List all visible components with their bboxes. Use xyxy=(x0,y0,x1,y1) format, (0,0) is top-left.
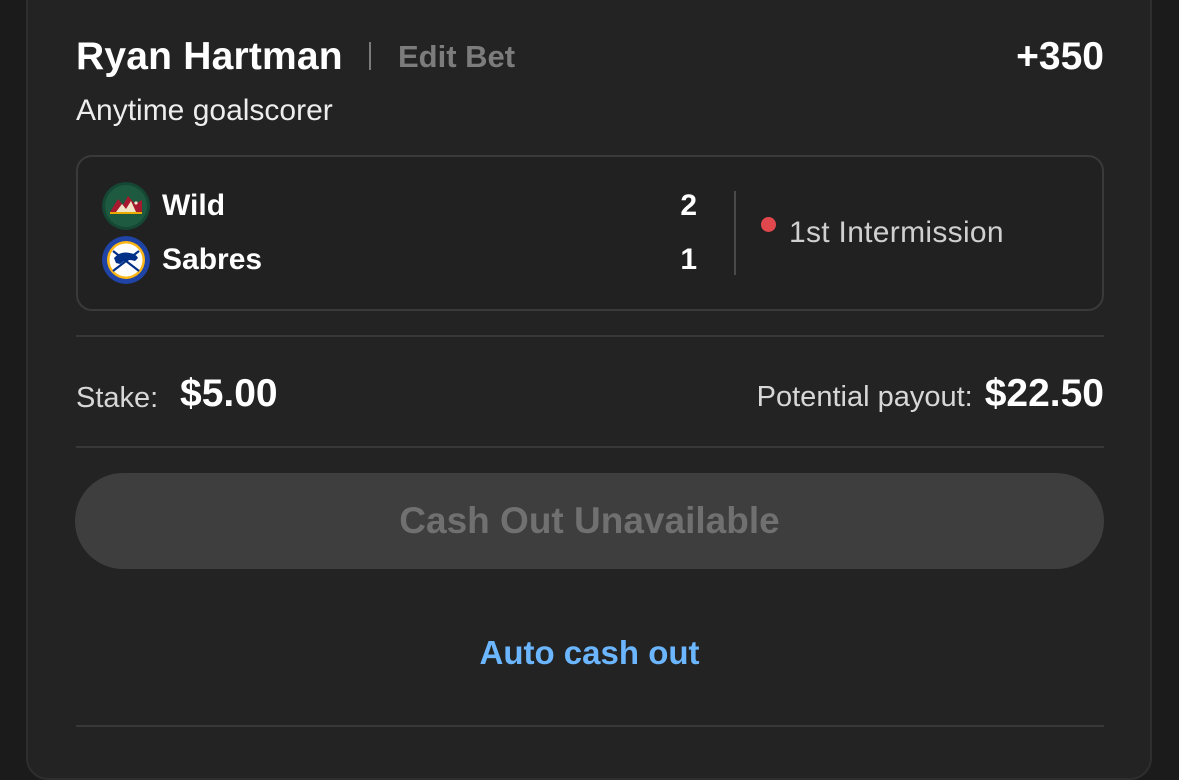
payout-value: $22.50 xyxy=(984,372,1104,415)
bet-header: Ryan Hartman Edit Bet +350 xyxy=(76,34,1104,84)
header-separator xyxy=(369,42,371,70)
edit-bet-link[interactable]: Edit Bet xyxy=(398,38,515,76)
player-name: Ryan Hartman xyxy=(76,35,343,78)
stake-value: $5.00 xyxy=(180,372,278,415)
payout-group: Potential payout: $22.50 xyxy=(757,368,1104,420)
team-name: Wild xyxy=(162,189,226,222)
divider xyxy=(76,725,1104,727)
team-score: 2 xyxy=(680,189,697,222)
payout-label: Potential payout: xyxy=(756,381,973,413)
game-status: 1st Intermission xyxy=(789,216,1004,249)
buffalo-sabres-logo-icon xyxy=(102,236,150,284)
cash-out-button[interactable]: Cash Out Unavailable xyxy=(75,473,1104,569)
auto-cash-out-link[interactable]: Auto cash out xyxy=(0,633,1179,673)
game-scoreboard[interactable]: Wild 2 Sabres 1 1st Intermission xyxy=(76,155,1104,311)
minnesota-wild-logo-icon xyxy=(102,182,150,230)
stake-label: Stake: xyxy=(76,382,159,414)
team-score: 1 xyxy=(680,243,697,276)
bet-odds: +350 xyxy=(1016,35,1104,78)
team-row-wild: Wild 2 xyxy=(102,181,697,231)
scoreboard-divider xyxy=(734,191,736,275)
divider xyxy=(76,335,1104,337)
team-row-sabres: Sabres 1 xyxy=(102,235,697,285)
wager-summary: Stake: $5.00 Potential payout: $22.50 xyxy=(76,368,1104,420)
divider xyxy=(76,446,1104,448)
live-indicator-icon xyxy=(761,217,776,232)
bet-market: Anytime goalscorer xyxy=(76,94,333,127)
team-name: Sabres xyxy=(162,243,263,276)
